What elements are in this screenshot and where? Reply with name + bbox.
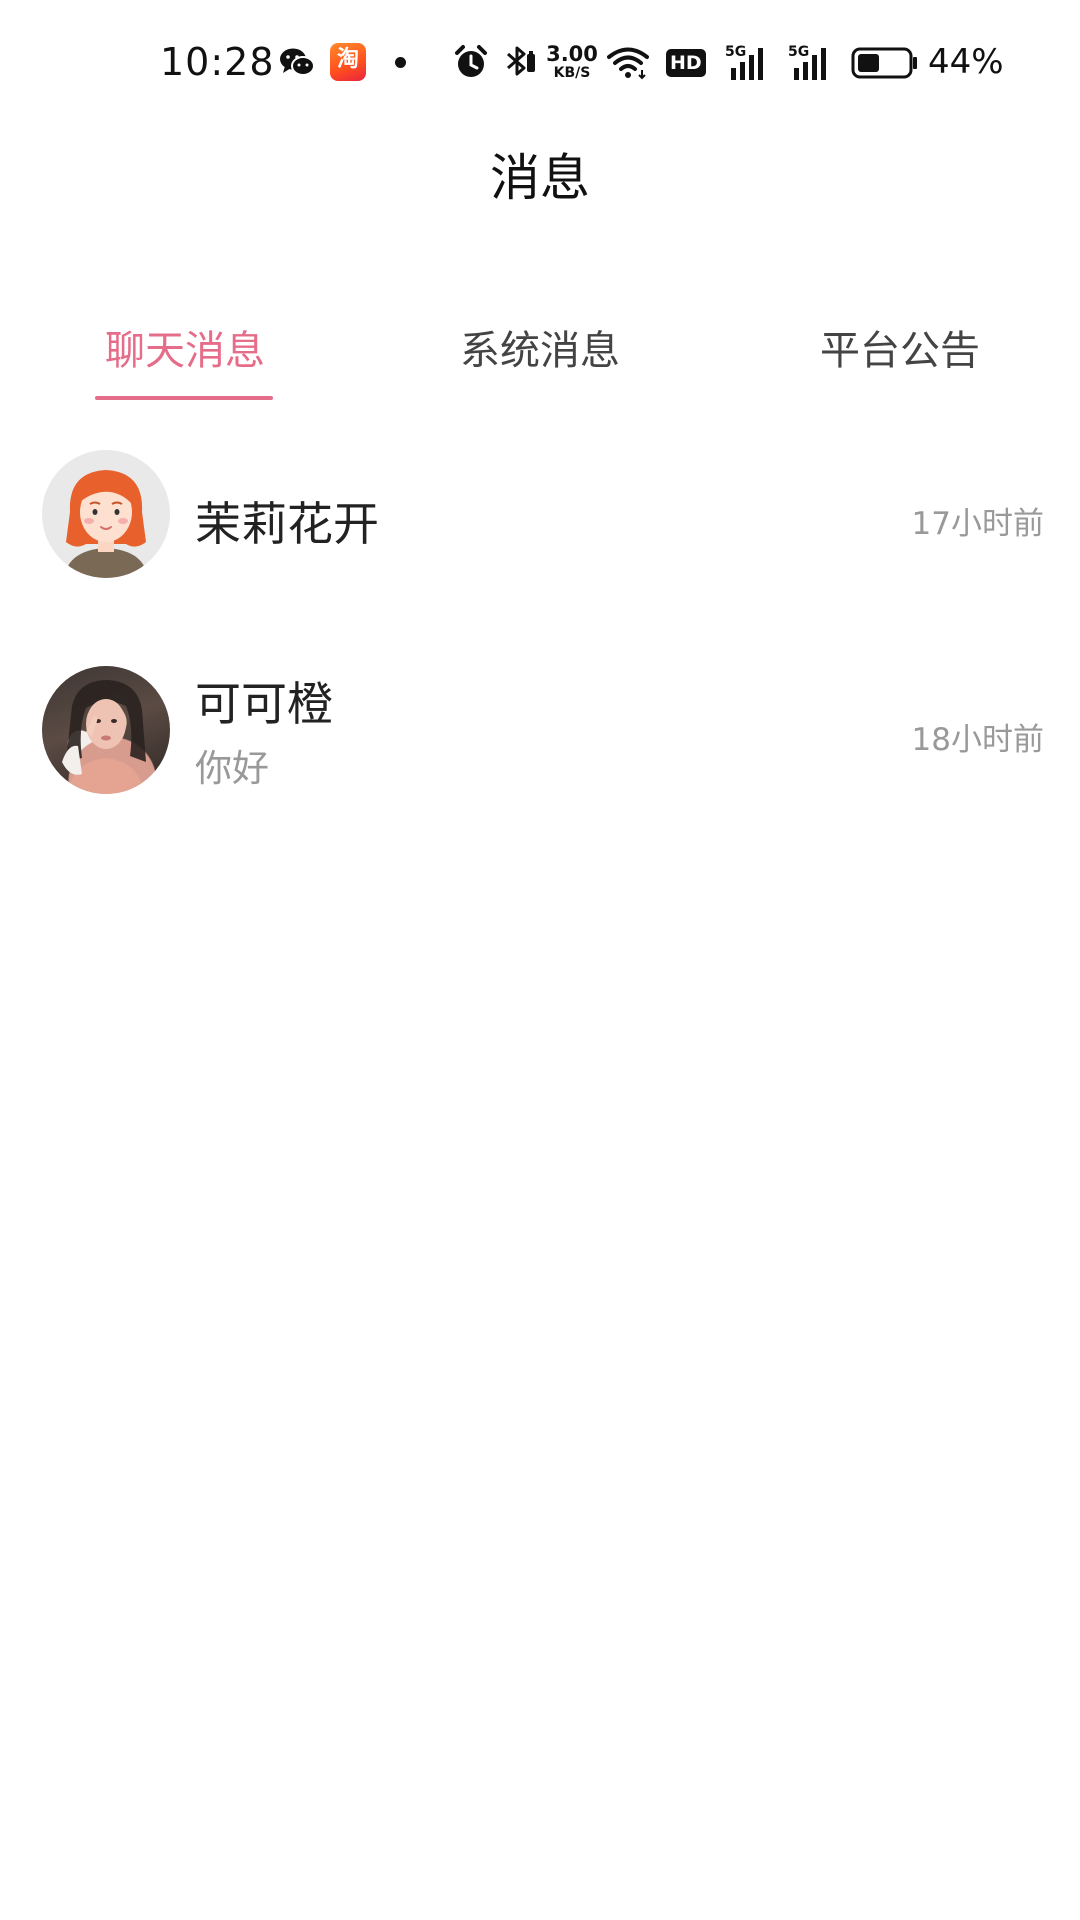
avatar[interactable] xyxy=(42,450,170,578)
network-speed-unit: KB/S xyxy=(553,65,591,81)
wechat-icon xyxy=(279,47,315,81)
page-title: 消息 xyxy=(490,149,590,207)
signal-5g-icon: 5G xyxy=(725,42,773,86)
status-bar: 10:28 淘 3.00 KB/S HD 5G 5G 44% xyxy=(0,0,1080,128)
svg-text:5G: 5G xyxy=(725,44,746,60)
alarm-icon xyxy=(453,44,489,84)
chat-contact-name: 可可橙 xyxy=(195,677,333,731)
message-tabs: 聊天消息 系统消息 平台公告 xyxy=(0,300,1080,410)
signal-5g-icon: 5G xyxy=(788,42,836,86)
chat-list-item[interactable]: 可可橙 你好 18小时前 xyxy=(0,646,1080,806)
network-speed: 3.00 KB/S xyxy=(546,42,598,82)
tab-system-messages[interactable]: 系统消息 xyxy=(360,318,720,376)
chat-list-item[interactable]: 茉莉花开 17小时前 xyxy=(0,430,1080,590)
chat-timestamp: 17小时前 xyxy=(911,506,1044,542)
status-time: 10:28 xyxy=(160,40,275,84)
network-speed-value: 3.00 xyxy=(546,42,598,66)
hd-voice-icon: HD xyxy=(666,49,706,77)
wifi-icon xyxy=(606,46,650,84)
active-tab-indicator xyxy=(95,396,273,400)
battery-icon xyxy=(851,47,919,83)
notification-dot-icon xyxy=(395,57,406,68)
chat-last-message: 你好 xyxy=(195,747,269,790)
chat-timestamp: 18小时前 xyxy=(911,722,1044,758)
battery-percent: 44% xyxy=(928,42,1004,82)
tab-chat-messages[interactable]: 聊天消息 xyxy=(5,318,365,376)
chat-contact-name: 茉莉花开 xyxy=(195,497,379,551)
svg-text:5G: 5G xyxy=(788,44,809,60)
taobao-icon: 淘 xyxy=(330,43,366,81)
battery-fill xyxy=(858,54,879,72)
bluetooth-icon xyxy=(502,44,538,84)
tab-platform-announcements[interactable]: 平台公告 xyxy=(720,318,1080,376)
avatar[interactable] xyxy=(42,666,170,794)
